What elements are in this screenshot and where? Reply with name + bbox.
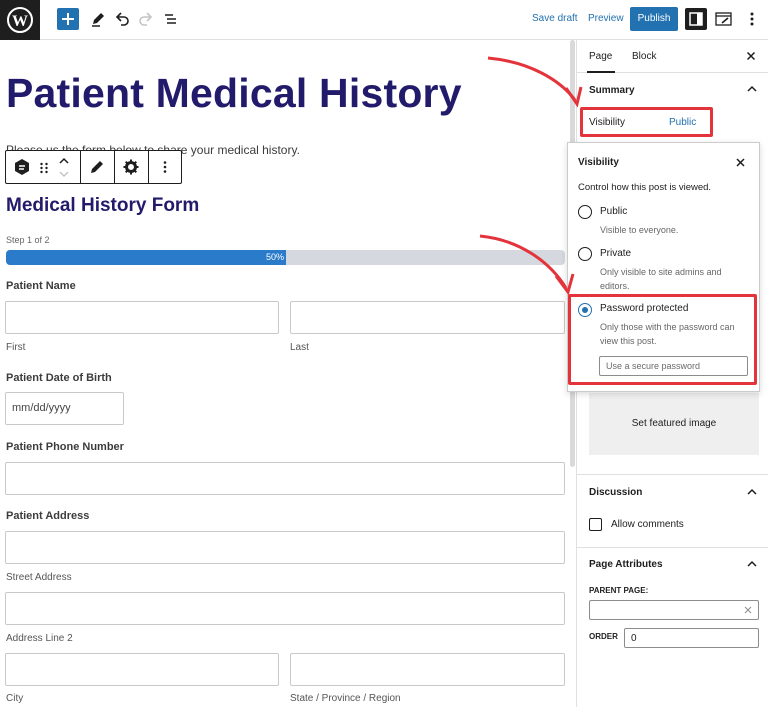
annotation-arrowhead — [564, 86, 583, 108]
annotation-arrow — [487, 56, 577, 101]
annotation-arrow — [479, 234, 568, 289]
annotation-arrows — [479, 56, 583, 296]
